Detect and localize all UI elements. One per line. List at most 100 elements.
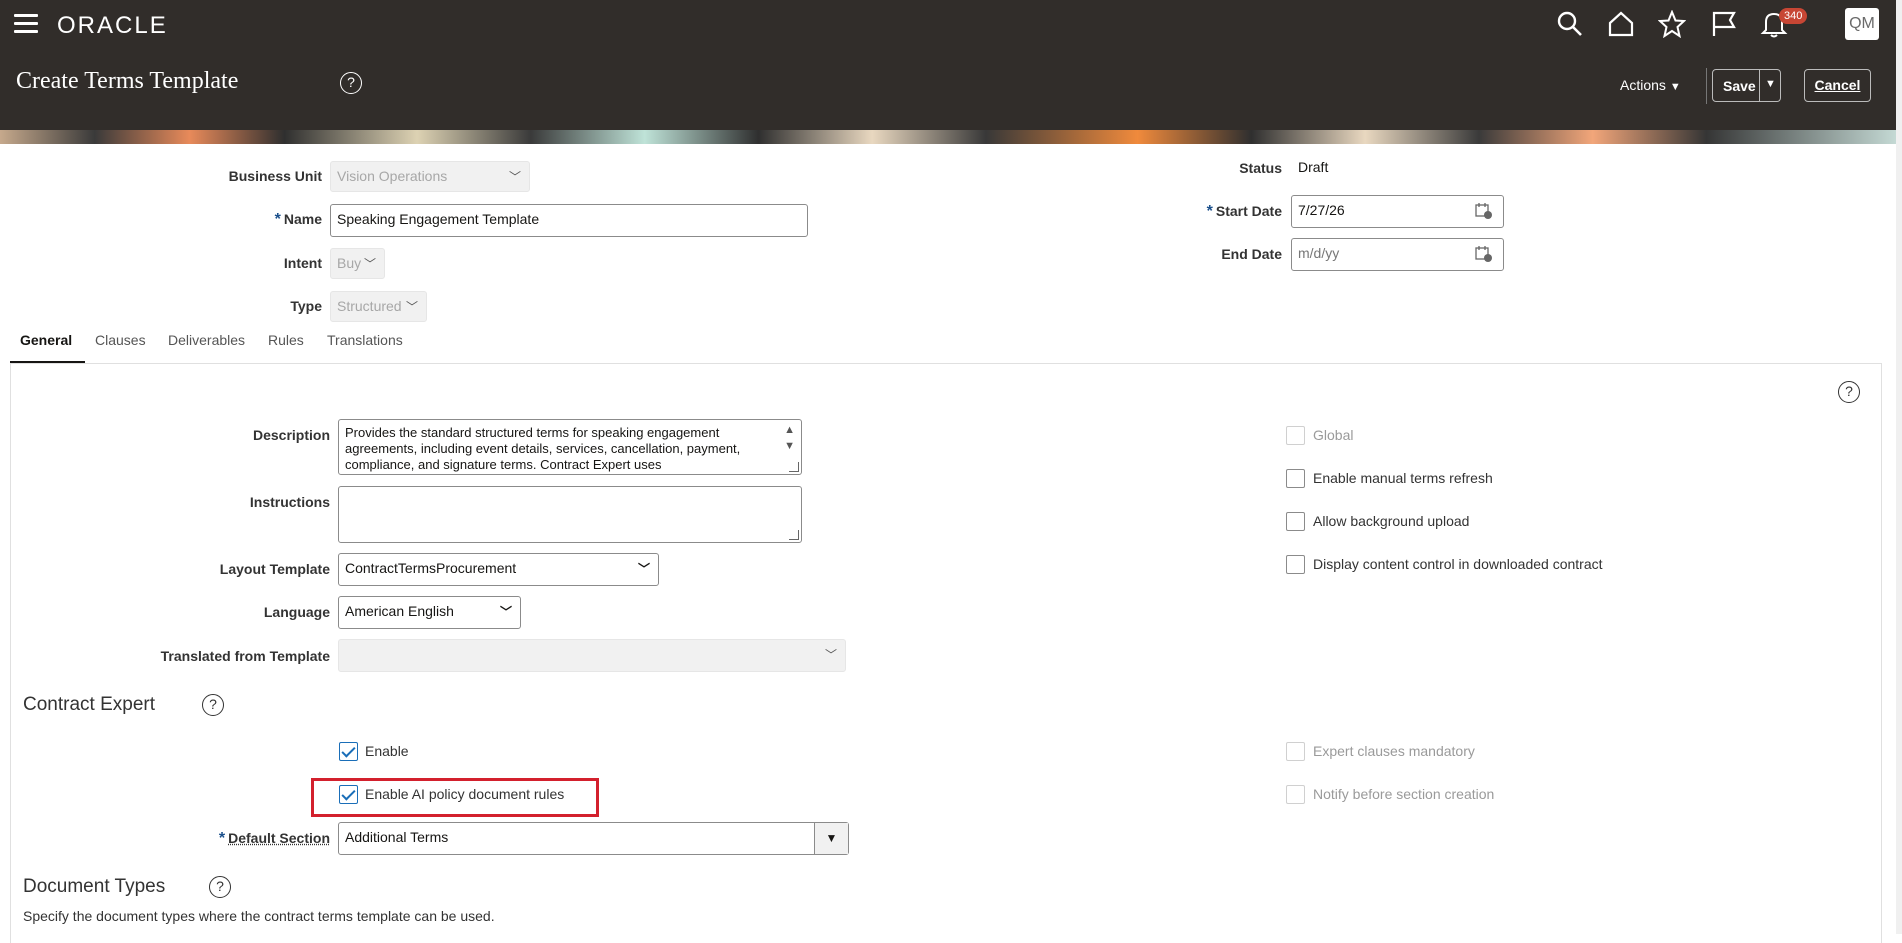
home-icon[interactable]: [1607, 10, 1635, 38]
start-date-input[interactable]: 7/27/26: [1291, 195, 1504, 228]
page-title: Create Terms Template: [16, 68, 239, 94]
expert-clauses-mandatory-label: Expert clauses mandatory: [1313, 743, 1475, 759]
enable-label: Enable: [365, 743, 409, 759]
required-indicator: *: [218, 830, 226, 847]
search-icon[interactable]: [1556, 10, 1584, 38]
help-icon[interactable]: ?: [1838, 381, 1860, 403]
actions-menu[interactable]: Actions ▼: [1620, 77, 1681, 93]
notify-before-section-checkbox: [1286, 785, 1305, 804]
business-unit-value: Vision Operations: [337, 168, 448, 184]
enable-manual-terms-refresh-checkbox[interactable]: [1286, 469, 1305, 488]
page-scrollbar[interactable]: [1896, 0, 1902, 934]
allow-background-upload-checkbox[interactable]: [1286, 512, 1305, 531]
description-value: Provides the standard structured terms f…: [345, 425, 741, 472]
status-value: Draft: [1298, 159, 1329, 175]
global-label: Global: [1313, 427, 1354, 443]
expert-clauses-mandatory-checkbox: [1286, 742, 1305, 761]
enable-ai-policy-rules-label: Enable AI policy document rules: [365, 786, 565, 802]
tab-rules[interactable]: Rules: [268, 332, 304, 348]
scroll-down-icon[interactable]: ▼: [784, 438, 795, 454]
cancel-button[interactable]: Cancel: [1804, 69, 1871, 102]
help-icon[interactable]: ?: [202, 694, 224, 716]
document-types-heading: Document Types: [23, 876, 166, 897]
default-section-label-text: Default Section: [228, 830, 330, 846]
name-value: Speaking Engagement Template: [337, 211, 540, 227]
user-avatar[interactable]: QM: [1845, 8, 1879, 40]
layout-template-label: Layout Template: [219, 561, 330, 577]
default-section-value: Additional Terms: [345, 829, 449, 845]
business-unit-select: Vision Operations ﹀: [330, 161, 530, 192]
start-date-label: * Start Date: [1140, 203, 1282, 221]
instructions-label: Instructions: [249, 494, 330, 510]
save-options-dropdown-icon[interactable]: ▼: [1765, 78, 1776, 90]
decorative-banner: [0, 130, 1896, 144]
chevron-down-icon: ﹀: [637, 562, 650, 576]
save-split-divider: [1759, 70, 1760, 101]
tab-deliverables[interactable]: Deliverables: [168, 332, 245, 348]
intent-value: Buy: [337, 255, 362, 271]
default-section-label: * Default Section: [150, 830, 330, 848]
intent-select: Buy ﹀: [330, 248, 385, 279]
tab-translations[interactable]: Translations: [327, 332, 403, 348]
description-textarea[interactable]: Provides the standard structured terms f…: [338, 419, 802, 475]
oracle-logo[interactable]: ORACLE: [57, 12, 168, 40]
type-label: Type: [290, 298, 322, 314]
chevron-down-icon: ﹀: [405, 300, 418, 314]
end-date-label: End Date: [1221, 246, 1282, 262]
end-date-input[interactable]: m/d/yy: [1291, 238, 1504, 271]
start-date-label-text: Start Date: [1215, 203, 1282, 219]
save-button[interactable]: Save ▼: [1712, 69, 1781, 102]
enable-checkbox[interactable]: [339, 742, 358, 761]
name-label-text: Name: [283, 211, 322, 227]
calendar-icon[interactable]: [1475, 202, 1493, 220]
dropdown-button[interactable]: ▼: [814, 823, 848, 854]
type-select: Structured ﹀: [330, 291, 427, 322]
menu-icon[interactable]: [14, 14, 38, 34]
layout-template-select[interactable]: ContractTermsProcurement ﹀: [338, 553, 659, 586]
required-indicator: *: [1206, 203, 1213, 220]
chevron-down-icon: ﹀: [508, 170, 521, 184]
language-label: Language: [263, 604, 330, 620]
flag-icon[interactable]: [1710, 10, 1738, 38]
actions-label: Actions: [1620, 77, 1666, 93]
translated-from-label: Translated from Template: [160, 648, 330, 664]
toolbar-divider: [1706, 68, 1707, 104]
name-label: * Name: [180, 211, 322, 229]
description-label: Description: [252, 427, 330, 443]
status-label: Status: [1239, 160, 1282, 176]
enable-ai-policy-rules-checkbox[interactable]: [339, 785, 358, 804]
resize-handle-icon[interactable]: [789, 530, 799, 540]
enable-manual-terms-refresh-label: Enable manual terms refresh: [1313, 470, 1493, 486]
contract-expert-heading: Contract Expert: [23, 694, 155, 715]
name-input[interactable]: Speaking Engagement Template: [330, 204, 808, 237]
notification-count-badge[interactable]: 340: [1779, 8, 1808, 24]
instructions-textarea[interactable]: [338, 486, 802, 543]
allow-background-upload-label: Allow background upload: [1313, 513, 1470, 529]
calendar-icon[interactable]: [1475, 245, 1493, 263]
intent-label: Intent: [283, 255, 322, 271]
save-label: Save: [1723, 78, 1756, 94]
default-section-select[interactable]: Additional Terms ▼: [338, 822, 849, 855]
notify-before-section-label: Notify before section creation: [1313, 786, 1495, 802]
resize-handle-icon[interactable]: [789, 462, 799, 472]
start-date-value: 7/27/26: [1298, 202, 1345, 218]
scroll-up-icon[interactable]: ▲: [784, 422, 795, 438]
tab-clauses[interactable]: Clauses: [95, 332, 146, 348]
help-icon[interactable]: ?: [340, 72, 362, 94]
display-content-control-label: Display content control in downloaded co…: [1313, 556, 1603, 572]
caret-down-icon: ▼: [1669, 81, 1681, 93]
business-unit-label: Business Unit: [228, 168, 322, 184]
document-types-description: Specify the document types where the con…: [23, 908, 495, 924]
end-date-placeholder: m/d/yy: [1298, 245, 1340, 261]
global-checkbox: [1286, 426, 1305, 445]
language-value: American English: [345, 603, 454, 619]
layout-template-value: ContractTermsProcurement: [345, 560, 517, 576]
translated-from-select: ﹀: [338, 639, 846, 672]
tab-general[interactable]: General: [20, 332, 72, 348]
favorites-star-icon[interactable]: [1658, 10, 1686, 38]
help-icon[interactable]: ?: [209, 876, 231, 898]
type-value: Structured: [337, 298, 402, 314]
language-select[interactable]: American English ﹀: [338, 596, 521, 629]
required-indicator: *: [274, 211, 281, 228]
display-content-control-checkbox[interactable]: [1286, 555, 1305, 574]
